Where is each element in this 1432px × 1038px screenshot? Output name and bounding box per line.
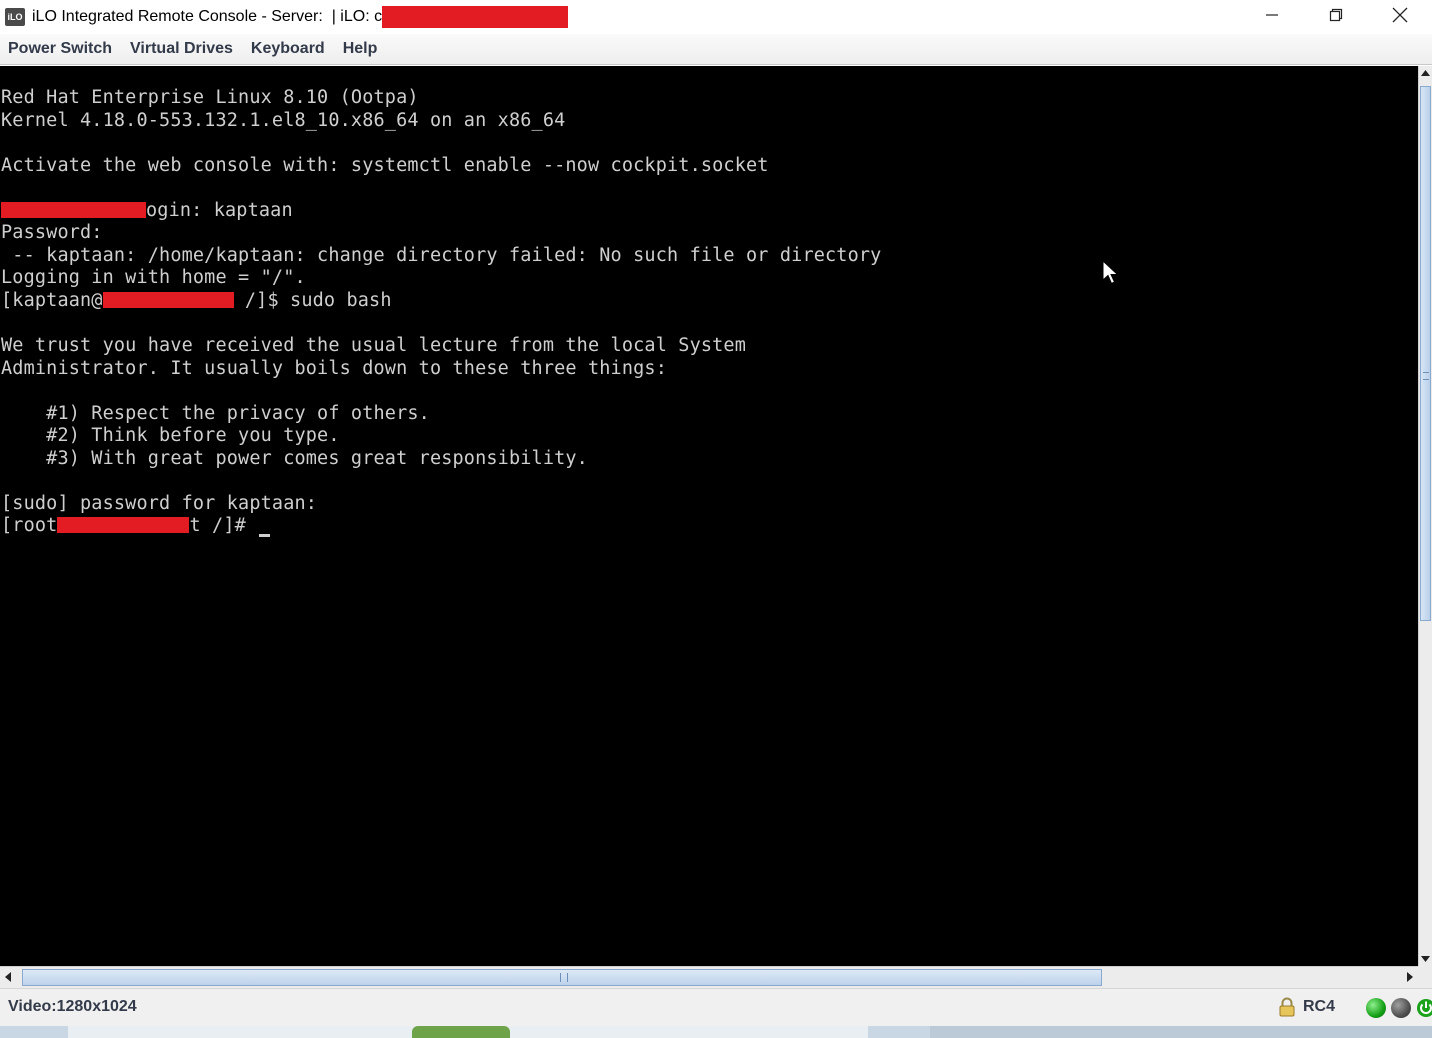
remote-console-screen[interactable]: Red Hat Enterprise Linux 8.10 (Ootpa) Ke… (0, 66, 1418, 966)
status-bar: Video:1280x1024 RC4 (0, 988, 1432, 1026)
minimize-icon (1266, 14, 1278, 16)
gray-led-icon (1391, 998, 1411, 1018)
console-line: We trust you have received the usual lec… (1, 335, 747, 356)
menu-help[interactable]: Help (334, 40, 387, 58)
grip-icon (560, 973, 568, 982)
console-line: [sudo] password for kaptaan: (1, 493, 318, 514)
vertical-scrollbar[interactable] (1418, 66, 1432, 966)
close-icon (1392, 7, 1408, 23)
login-line: ogin: kaptaan (1, 200, 293, 222)
user-prompt-line: [kaptaan@ /]$ sudo bash (1, 290, 392, 312)
window-controls (1240, 0, 1432, 30)
login-text: ogin: kaptaan (146, 200, 293, 221)
redaction-box (1, 202, 146, 218)
console-line: -- kaptaan: /home/kaptaan: change direct… (1, 245, 882, 266)
menu-keyboard[interactable]: Keyboard (242, 40, 334, 58)
green-led-icon (1366, 998, 1386, 1018)
menu-bar: Power Switch Virtual Drives Keyboard Hel… (0, 34, 1432, 65)
taskbar-app-icon (412, 1026, 510, 1038)
mouse-pointer-icon (1102, 260, 1119, 285)
console-line: #3) With great power comes great respons… (1, 448, 588, 469)
scroll-down-icon[interactable] (1420, 954, 1431, 964)
vertical-scroll-thumb[interactable] (1420, 86, 1431, 621)
redaction-box (57, 517, 190, 533)
prompt-command: /]$ sudo bash (233, 290, 392, 311)
taskbar-segment (930, 1026, 1432, 1038)
menu-virtual-drives[interactable]: Virtual Drives (121, 40, 242, 58)
console-line: Logging in with home = "/". (1, 267, 306, 288)
console-line: #2) Think before you type. (1, 425, 340, 446)
root-suffix: t /]# (189, 515, 258, 536)
console-line: #1) Respect the privacy of others. (1, 403, 430, 424)
taskbar-strip (0, 1026, 1432, 1038)
video-resolution: Video:1280x1024 (8, 998, 137, 1015)
redaction-box (102, 292, 234, 308)
menu-power-switch[interactable]: Power Switch (0, 40, 121, 58)
ilo-app-icon: iLO (5, 8, 25, 26)
console-line: Administrator. It usually boils down to … (1, 358, 667, 379)
restore-button[interactable] (1304, 0, 1368, 30)
encryption-label: RC4 (1303, 998, 1336, 1015)
redaction-box (382, 6, 569, 28)
root-prompt-line: [root t /]# (1, 515, 271, 537)
close-button[interactable] (1368, 0, 1432, 30)
title-bar: iLO iLO Integrated Remote Console - Serv… (0, 0, 1432, 34)
console-line: Activate the web console with: systemctl… (1, 155, 769, 176)
restore-icon (1329, 8, 1343, 22)
power-icon[interactable] (1416, 997, 1432, 1019)
scroll-right-icon[interactable] (1405, 971, 1415, 983)
console-line: Kernel 4.18.0-553.132.1.el8_10.x86_64 on… (1, 110, 566, 131)
grip-icon (1423, 372, 1429, 380)
scroll-left-icon[interactable] (3, 971, 13, 983)
console-line: Red Hat Enterprise Linux 8.10 (Ootpa) (1, 87, 419, 108)
lock-icon (1279, 997, 1295, 1017)
window-title: iLO Integrated Remote Console - Server: … (32, 8, 383, 25)
prompt-prefix: [kaptaan@ (1, 290, 103, 311)
scroll-up-icon[interactable] (1420, 68, 1431, 78)
horizontal-scroll-thumb[interactable] (22, 969, 1102, 986)
console-line: Password: (1, 222, 103, 243)
text-cursor (259, 534, 271, 537)
root-prefix: [root (1, 515, 58, 536)
horizontal-scrollbar[interactable] (0, 966, 1418, 988)
scrollbar-corner (1418, 966, 1432, 988)
minimize-button[interactable] (1240, 0, 1304, 30)
